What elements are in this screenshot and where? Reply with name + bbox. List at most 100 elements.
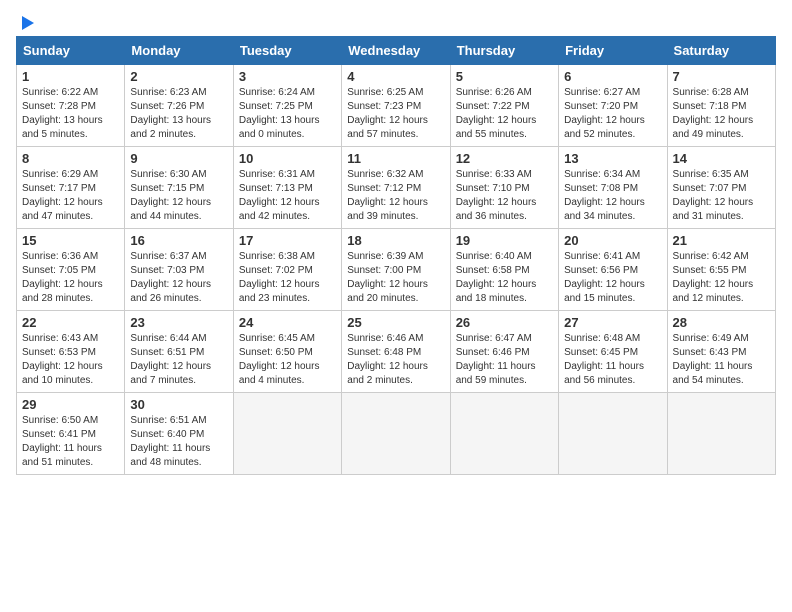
day-cell: 4 Sunrise: 6:25 AM Sunset: 7:23 PM Dayli… <box>342 65 450 147</box>
day-number: 17 <box>239 233 336 248</box>
day-number: 5 <box>456 69 553 84</box>
day-number: 28 <box>673 315 770 330</box>
day-info: Sunrise: 6:39 AM Sunset: 7:00 PM Dayligh… <box>347 250 444 306</box>
day-info: Sunrise: 6:26 AM Sunset: 7:22 PM Dayligh… <box>456 86 553 142</box>
day-info: Sunrise: 6:36 AM Sunset: 7:05 PM Dayligh… <box>22 250 119 306</box>
week-row-5: 29 Sunrise: 6:50 AM Sunset: 6:41 PM Dayl… <box>17 393 776 475</box>
day-info: Sunrise: 6:32 AM Sunset: 7:12 PM Dayligh… <box>347 168 444 224</box>
calendar-table: SundayMondayTuesdayWednesdayThursdayFrid… <box>16 36 776 475</box>
day-info: Sunrise: 6:44 AM Sunset: 6:51 PM Dayligh… <box>130 332 227 388</box>
day-info: Sunrise: 6:22 AM Sunset: 7:28 PM Dayligh… <box>22 86 119 142</box>
week-row-4: 22 Sunrise: 6:43 AM Sunset: 6:53 PM Dayl… <box>17 311 776 393</box>
day-number: 24 <box>239 315 336 330</box>
day-info: Sunrise: 6:48 AM Sunset: 6:45 PM Dayligh… <box>564 332 661 388</box>
day-info: Sunrise: 6:37 AM Sunset: 7:03 PM Dayligh… <box>130 250 227 306</box>
day-cell: 27 Sunrise: 6:48 AM Sunset: 6:45 PM Dayl… <box>559 311 667 393</box>
day-info: Sunrise: 6:31 AM Sunset: 7:13 PM Dayligh… <box>239 168 336 224</box>
day-number: 1 <box>22 69 119 84</box>
day-number: 25 <box>347 315 444 330</box>
day-info: Sunrise: 6:35 AM Sunset: 7:07 PM Dayligh… <box>673 168 770 224</box>
day-cell: 18 Sunrise: 6:39 AM Sunset: 7:00 PM Dayl… <box>342 229 450 311</box>
header-thursday: Thursday <box>450 37 558 65</box>
calendar-header-row: SundayMondayTuesdayWednesdayThursdayFrid… <box>17 37 776 65</box>
day-number: 3 <box>239 69 336 84</box>
day-cell <box>342 393 450 475</box>
day-number: 8 <box>22 151 119 166</box>
day-info: Sunrise: 6:50 AM Sunset: 6:41 PM Dayligh… <box>22 414 119 470</box>
day-number: 18 <box>347 233 444 248</box>
day-info: Sunrise: 6:40 AM Sunset: 6:58 PM Dayligh… <box>456 250 553 306</box>
day-cell: 9 Sunrise: 6:30 AM Sunset: 7:15 PM Dayli… <box>125 147 233 229</box>
day-cell: 21 Sunrise: 6:42 AM Sunset: 6:55 PM Dayl… <box>667 229 775 311</box>
day-cell: 8 Sunrise: 6:29 AM Sunset: 7:17 PM Dayli… <box>17 147 125 229</box>
day-number: 14 <box>673 151 770 166</box>
day-cell: 11 Sunrise: 6:32 AM Sunset: 7:12 PM Dayl… <box>342 147 450 229</box>
day-info: Sunrise: 6:33 AM Sunset: 7:10 PM Dayligh… <box>456 168 553 224</box>
day-cell: 22 Sunrise: 6:43 AM Sunset: 6:53 PM Dayl… <box>17 311 125 393</box>
day-cell: 29 Sunrise: 6:50 AM Sunset: 6:41 PM Dayl… <box>17 393 125 475</box>
day-cell: 20 Sunrise: 6:41 AM Sunset: 6:56 PM Dayl… <box>559 229 667 311</box>
day-number: 9 <box>130 151 227 166</box>
header-monday: Monday <box>125 37 233 65</box>
day-cell: 28 Sunrise: 6:49 AM Sunset: 6:43 PM Dayl… <box>667 311 775 393</box>
day-cell: 30 Sunrise: 6:51 AM Sunset: 6:40 PM Dayl… <box>125 393 233 475</box>
day-cell <box>450 393 558 475</box>
header-sunday: Sunday <box>17 37 125 65</box>
day-number: 6 <box>564 69 661 84</box>
day-info: Sunrise: 6:34 AM Sunset: 7:08 PM Dayligh… <box>564 168 661 224</box>
day-number: 30 <box>130 397 227 412</box>
header-saturday: Saturday <box>667 37 775 65</box>
day-cell: 2 Sunrise: 6:23 AM Sunset: 7:26 PM Dayli… <box>125 65 233 147</box>
day-cell: 10 Sunrise: 6:31 AM Sunset: 7:13 PM Dayl… <box>233 147 341 229</box>
day-info: Sunrise: 6:43 AM Sunset: 6:53 PM Dayligh… <box>22 332 119 388</box>
week-row-3: 15 Sunrise: 6:36 AM Sunset: 7:05 PM Dayl… <box>17 229 776 311</box>
day-cell: 3 Sunrise: 6:24 AM Sunset: 7:25 PM Dayli… <box>233 65 341 147</box>
day-cell: 7 Sunrise: 6:28 AM Sunset: 7:18 PM Dayli… <box>667 65 775 147</box>
day-info: Sunrise: 6:25 AM Sunset: 7:23 PM Dayligh… <box>347 86 444 142</box>
day-info: Sunrise: 6:28 AM Sunset: 7:18 PM Dayligh… <box>673 86 770 142</box>
day-info: Sunrise: 6:47 AM Sunset: 6:46 PM Dayligh… <box>456 332 553 388</box>
day-info: Sunrise: 6:49 AM Sunset: 6:43 PM Dayligh… <box>673 332 770 388</box>
day-info: Sunrise: 6:29 AM Sunset: 7:17 PM Dayligh… <box>22 168 119 224</box>
day-info: Sunrise: 6:23 AM Sunset: 7:26 PM Dayligh… <box>130 86 227 142</box>
day-info: Sunrise: 6:41 AM Sunset: 6:56 PM Dayligh… <box>564 250 661 306</box>
day-cell: 26 Sunrise: 6:47 AM Sunset: 6:46 PM Dayl… <box>450 311 558 393</box>
day-cell: 24 Sunrise: 6:45 AM Sunset: 6:50 PM Dayl… <box>233 311 341 393</box>
day-cell: 25 Sunrise: 6:46 AM Sunset: 6:48 PM Dayl… <box>342 311 450 393</box>
day-number: 26 <box>456 315 553 330</box>
day-number: 10 <box>239 151 336 166</box>
day-info: Sunrise: 6:24 AM Sunset: 7:25 PM Dayligh… <box>239 86 336 142</box>
day-number: 20 <box>564 233 661 248</box>
day-number: 21 <box>673 233 770 248</box>
day-number: 29 <box>22 397 119 412</box>
day-number: 22 <box>22 315 119 330</box>
day-cell: 12 Sunrise: 6:33 AM Sunset: 7:10 PM Dayl… <box>450 147 558 229</box>
day-info: Sunrise: 6:38 AM Sunset: 7:02 PM Dayligh… <box>239 250 336 306</box>
day-info: Sunrise: 6:45 AM Sunset: 6:50 PM Dayligh… <box>239 332 336 388</box>
day-number: 4 <box>347 69 444 84</box>
day-number: 11 <box>347 151 444 166</box>
day-cell <box>667 393 775 475</box>
day-cell <box>559 393 667 475</box>
header-wednesday: Wednesday <box>342 37 450 65</box>
day-cell: 6 Sunrise: 6:27 AM Sunset: 7:20 PM Dayli… <box>559 65 667 147</box>
day-number: 16 <box>130 233 227 248</box>
day-info: Sunrise: 6:27 AM Sunset: 7:20 PM Dayligh… <box>564 86 661 142</box>
day-cell: 13 Sunrise: 6:34 AM Sunset: 7:08 PM Dayl… <box>559 147 667 229</box>
day-number: 23 <box>130 315 227 330</box>
day-number: 12 <box>456 151 553 166</box>
day-number: 27 <box>564 315 661 330</box>
day-cell: 14 Sunrise: 6:35 AM Sunset: 7:07 PM Dayl… <box>667 147 775 229</box>
day-cell: 5 Sunrise: 6:26 AM Sunset: 7:22 PM Dayli… <box>450 65 558 147</box>
day-cell: 17 Sunrise: 6:38 AM Sunset: 7:02 PM Dayl… <box>233 229 341 311</box>
week-row-1: 1 Sunrise: 6:22 AM Sunset: 7:28 PM Dayli… <box>17 65 776 147</box>
header-tuesday: Tuesday <box>233 37 341 65</box>
day-cell: 16 Sunrise: 6:37 AM Sunset: 7:03 PM Dayl… <box>125 229 233 311</box>
page-header <box>16 16 776 26</box>
header-friday: Friday <box>559 37 667 65</box>
day-info: Sunrise: 6:30 AM Sunset: 7:15 PM Dayligh… <box>130 168 227 224</box>
day-info: Sunrise: 6:46 AM Sunset: 6:48 PM Dayligh… <box>347 332 444 388</box>
day-cell: 19 Sunrise: 6:40 AM Sunset: 6:58 PM Dayl… <box>450 229 558 311</box>
day-number: 2 <box>130 69 227 84</box>
logo-arrow-icon <box>18 14 36 32</box>
